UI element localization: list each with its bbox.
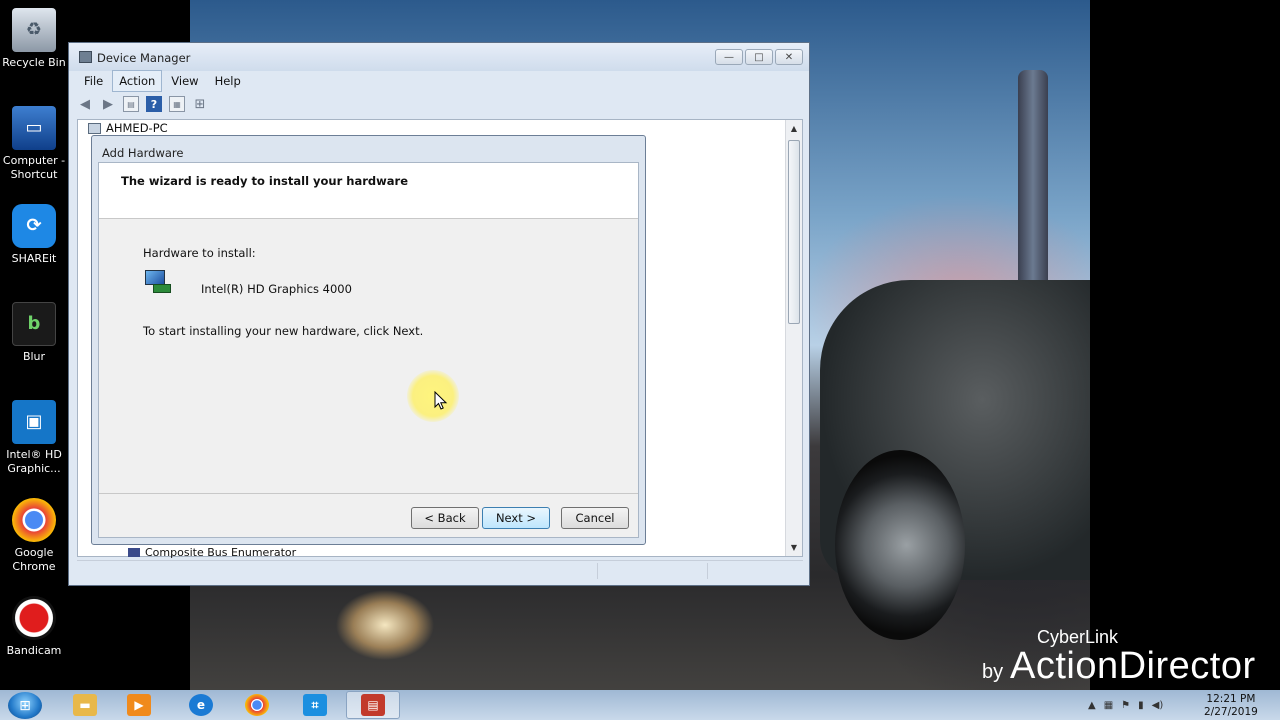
desktop-icon-shareit[interactable]: ⟳ SHAREit [0,204,68,266]
desktop-icon-label: Bandicam [6,644,62,657]
title-bar[interactable]: Device Manager — □ ✕ [69,43,809,71]
watermark-by: by [982,661,1004,683]
menu-help[interactable]: Help [208,70,248,92]
recycle-bin-icon: ♻ [12,8,56,52]
menu-action[interactable]: Action [112,70,163,92]
computer-icon: ▭ [12,106,56,150]
desktop-icon-label: Google Chrome [12,546,56,573]
menu-file[interactable]: File [77,70,110,92]
taskbar-internet-explorer[interactable]: e [174,691,228,719]
dialog-title: Add Hardware [102,146,184,160]
show-hidden-icons-icon[interactable]: ▲ [1088,700,1096,711]
toolbar: ◀ ▶ ▤ ? ▦ ⊞ [77,93,208,115]
hardware-name: Intel(R) HD Graphics 4000 [201,282,352,296]
desktop-right-area [1090,0,1280,720]
taskbar-clock[interactable]: 12:21 PM 2/27/2019 [1204,693,1258,719]
window-title: Device Manager [97,51,191,65]
taskbar: ⊞ ▬ ▶ e ⌗ ▤ ▲ ▦ ⚑ ▮ ◀) 12:21 PM 2/27/201… [0,690,1280,720]
network-icon[interactable]: ▦ [1104,700,1113,711]
screen-capture-icon: ⌗ [303,694,327,716]
desktop-icon-intel[interactable]: ▣ Intel® HD Graphic... [0,400,68,476]
tree-root-label: AHMED-PC [106,121,168,135]
tree-item[interactable]: Composite Bus Enumerator [128,546,296,559]
taskbar-device-manager[interactable]: ▤ [346,691,400,719]
scan-hardware-icon[interactable]: ⊞ [192,96,208,112]
view-icon[interactable]: ▦ [169,96,185,112]
desktop-icon-computer[interactable]: ▭ Computer - Shortcut [0,106,68,182]
device-manager-icon [79,51,92,63]
computer-icon [88,122,101,134]
window-controls: — □ ✕ [715,49,803,65]
menu-view[interactable]: View [164,70,205,92]
status-divider [707,563,708,579]
status-bar [77,560,803,580]
tree-item-label: Composite Bus Enumerator [145,546,297,559]
help-icon[interactable]: ? [146,96,162,112]
chrome-icon [245,694,269,716]
hardware-to-install-label: Hardware to install: [143,246,256,260]
back-button[interactable]: < Back [411,507,479,529]
desktop-icon-chrome[interactable]: Google Chrome [0,498,68,574]
media-player-icon: ▶ [127,694,151,716]
start-button[interactable]: ⊞ [8,692,42,719]
desktop-icon-label: Computer - Shortcut [2,154,66,181]
chrome-icon [12,498,56,542]
scroll-down-arrow-icon[interactable]: ▼ [786,539,802,556]
next-button[interactable]: Next > [482,507,550,529]
system-tray: ▲ ▦ ⚑ ▮ ◀) [1088,690,1163,720]
forward-arrow-icon[interactable]: ▶ [100,96,116,112]
intel-graphics-icon: ▣ [12,400,56,444]
desktop-icon-blur[interactable]: b Blur [0,302,68,364]
install-instruction: To start installing your new hardware, c… [143,324,424,338]
wizard-heading: The wizard is ready to install your hard… [121,174,409,188]
dialog-body: The wizard is ready to install your hard… [98,162,639,538]
device-category-icon [128,548,140,557]
volume-icon[interactable]: ◀) [1152,700,1164,711]
tree-root-item[interactable]: AHMED-PC [88,121,168,135]
device-manager-icon: ▤ [361,694,385,716]
mouse-pointer-icon [434,391,448,410]
menu-bar: File Action View Help [77,70,248,92]
desktop-icon-label: Intel® HD Graphic... [6,448,62,475]
minimize-button[interactable]: — [715,49,743,65]
blur-icon: b [12,302,56,346]
vertical-scrollbar[interactable]: ▲ ▼ [785,120,802,556]
button-separator [99,493,638,494]
cursor-highlight [407,370,459,422]
power-icon[interactable]: ▮ [1138,700,1144,711]
internet-explorer-icon: e [189,694,213,716]
add-hardware-dialog: Add Hardware The wizard is ready to inst… [91,135,646,545]
taskbar-file-explorer[interactable]: ▬ [58,691,112,719]
scroll-up-arrow-icon[interactable]: ▲ [786,120,802,137]
shareit-icon: ⟳ [12,204,56,248]
maximize-button[interactable]: □ [745,49,773,65]
desktop-icon-recycle-bin[interactable]: ♻ Recycle Bin [0,8,68,70]
action-center-icon[interactable]: ⚑ [1121,700,1130,711]
desktop-icon-bandicam[interactable]: Bandicam [0,596,68,658]
desktop-icon-label: Blur [22,350,46,363]
taskbar-chrome[interactable] [230,691,284,719]
taskbar-screen-capture[interactable]: ⌗ [288,691,342,719]
back-arrow-icon[interactable]: ◀ [77,96,93,112]
cancel-button[interactable]: Cancel [561,507,629,529]
clock-date: 2/27/2019 [1204,706,1258,718]
file-explorer-icon: ▬ [73,694,97,716]
status-divider [597,563,598,579]
taskbar-media-player[interactable]: ▶ [112,691,166,719]
watermark-brand: ActionDirector [1010,645,1256,687]
scrollbar-thumb[interactable] [788,140,800,324]
desktop-icon-label: SHAREit [11,252,57,265]
bandicam-icon [12,596,56,640]
display-adapter-icon [143,268,173,296]
clock-time: 12:21 PM [1206,693,1256,705]
close-button[interactable]: ✕ [775,49,803,65]
wizard-header: The wizard is ready to install your hard… [99,163,638,219]
properties-icon[interactable]: ▤ [123,96,139,112]
desktop-icon-label: Recycle Bin [2,56,66,69]
wallpaper-car-wheel [835,450,965,640]
